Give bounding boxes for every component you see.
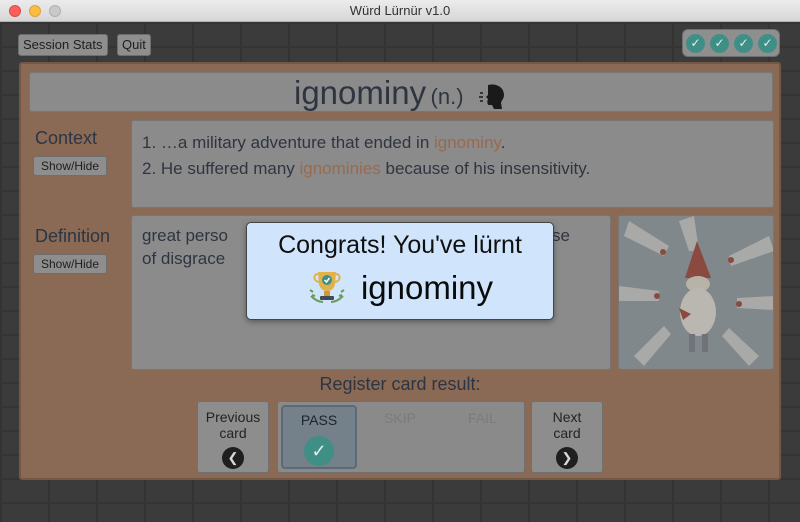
previous-label-1: Previous	[205, 409, 261, 425]
zoom-window-button[interactable]	[49, 5, 61, 17]
trophy-icon	[307, 266, 347, 311]
word-header: ignominy (n.)	[29, 72, 773, 112]
check-circle-icon: ✓	[758, 34, 777, 53]
context-box: 1. …a military adventure that ended in i…	[131, 120, 774, 208]
next-card-button[interactable]: Next card ❯	[531, 401, 603, 473]
check-circle-icon: ✓	[304, 436, 334, 466]
definition-label: Definition	[35, 226, 111, 246]
next-label-2: card	[553, 425, 581, 441]
check-circle-icon: ✓	[734, 34, 753, 53]
title-bar: Würd Lürnür v1.0	[0, 0, 800, 22]
congrats-title: Congrats! You've lürnt	[278, 231, 522, 259]
context-sentence-1: 1. …a military adventure that ended in i…	[142, 133, 506, 152]
register-result-label: Register card result:	[319, 374, 481, 394]
speaker-icon[interactable]	[474, 81, 508, 118]
chevron-right-icon: ❯	[556, 447, 578, 469]
context-show-hide-button[interactable]: Show/Hide	[33, 156, 107, 176]
part-of-speech: (n.)	[430, 84, 464, 109]
illustration-image	[618, 215, 774, 370]
card-word: ignominy	[294, 74, 427, 111]
window-title: Würd Lürnür v1.0	[349, 3, 451, 18]
context-sentence-2: 2. He suffered many ignominies because o…	[142, 159, 591, 178]
result-options: PASS ✓ SKIP FAIL	[277, 401, 525, 473]
fail-button[interactable]: FAIL	[468, 410, 497, 426]
chevron-left-icon: ❮	[222, 447, 244, 469]
learned-word: ignominy	[360, 269, 494, 306]
close-window-button[interactable]	[9, 5, 21, 17]
progress-checks: ✓ ✓ ✓ ✓	[682, 29, 780, 57]
next-label-1: Next	[552, 409, 582, 425]
definition-show-hide-button[interactable]: Show/Hide	[33, 254, 107, 274]
context-label: Context	[35, 128, 98, 148]
pass-label: PASS	[300, 412, 338, 428]
congrats-modal[interactable]: Congrats! You've lürnt ignominy	[246, 222, 554, 320]
pass-button[interactable]: PASS ✓	[281, 405, 357, 469]
skip-button[interactable]: SKIP	[384, 410, 416, 426]
check-circle-icon: ✓	[710, 34, 729, 53]
check-circle-icon: ✓	[686, 34, 705, 53]
session-stats-button[interactable]: Session Stats	[18, 34, 108, 56]
previous-label-2: card	[219, 425, 247, 441]
minimize-window-button[interactable]	[29, 5, 41, 17]
quit-button[interactable]: Quit	[117, 34, 151, 56]
previous-card-button[interactable]: Previous card ❮	[197, 401, 269, 473]
